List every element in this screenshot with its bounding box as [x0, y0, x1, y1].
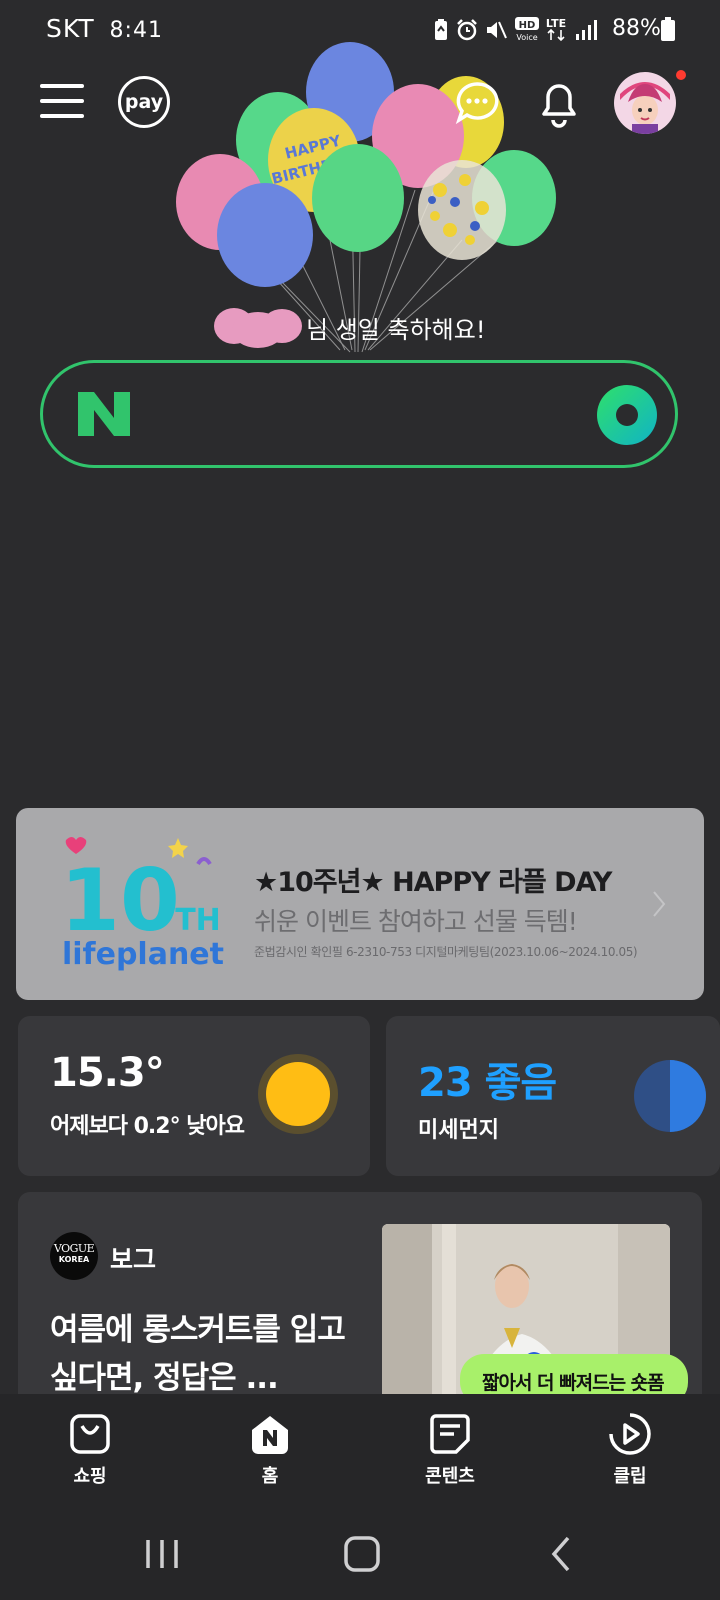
- status-carrier-time: SKT 8:41: [46, 14, 163, 43]
- naver-logo-icon: [78, 392, 130, 436]
- battery-percent: 88%: [612, 16, 661, 41]
- hamburger-line: [40, 84, 84, 88]
- hd-voice-icon: HDVoice: [515, 17, 539, 42]
- lte-icon: LTE: [546, 17, 566, 42]
- profile-avatar[interactable]: [614, 72, 676, 134]
- recent-apps-icon[interactable]: [140, 1534, 184, 1574]
- nav-home[interactable]: 홈: [210, 1412, 330, 1502]
- birthday-greeting: 님 생일 축하해요!: [212, 306, 485, 348]
- fine-dust-label: 미세먼지: [418, 1118, 499, 1143]
- sun-icon: [258, 1054, 338, 1134]
- banner-subtitle: 쉬운 이벤트 참여하고 선물 득템!: [254, 907, 578, 936]
- home-icon[interactable]: [340, 1534, 384, 1574]
- logo-suffix: TH: [175, 903, 221, 938]
- logo-number: 10: [60, 851, 180, 951]
- nav-clip[interactable]: 클립: [570, 1412, 690, 1502]
- clock: 8:41: [109, 18, 163, 43]
- nav-shopping[interactable]: 쇼핑: [30, 1412, 150, 1502]
- notification-bell-icon[interactable]: [536, 78, 582, 128]
- signal-icon: [576, 20, 597, 40]
- contents-icon: [430, 1414, 470, 1454]
- greeting-text: 님 생일 축하해요!: [306, 315, 486, 344]
- fine-dust-gauge-icon: [634, 1060, 706, 1132]
- redacted-name-blur: [214, 308, 302, 348]
- nav-label: 콘텐츠: [425, 1466, 475, 1487]
- svg-text:HD: HD: [519, 20, 536, 31]
- shopping-bag-icon: [70, 1414, 110, 1454]
- logo-brand: lifeplanet: [62, 937, 224, 972]
- nav-contents[interactable]: 콘텐츠: [390, 1412, 510, 1502]
- green-dot-lens-button[interactable]: [596, 384, 658, 446]
- article-title[interactable]: 여름에 롱스커트를 입고 싶다면, 정답은 ...: [50, 1306, 356, 1402]
- fine-dust-value: 23 좋음: [418, 1060, 557, 1106]
- temperature: 15.3°: [50, 1050, 165, 1096]
- nav-label: 홈: [261, 1466, 279, 1487]
- svg-text:LTE: LTE: [546, 17, 566, 30]
- nav-label: 클립: [613, 1466, 647, 1487]
- pay-button[interactable]: pay: [118, 76, 170, 128]
- battery-icon: [661, 17, 675, 41]
- banner-title: ★10주년★ HAPPY 라플 DAY: [254, 867, 612, 898]
- clip-play-icon: [609, 1413, 651, 1455]
- search-bar[interactable]: [40, 360, 678, 468]
- banner-legal-text: 준법감시인 확인필 6-2310-753 디지털마케팅팀(2023.10.06~…: [254, 945, 638, 959]
- lifeplanet-10th-logo: 10 TH lifeplanet: [60, 837, 224, 972]
- menu-button[interactable]: [40, 84, 84, 122]
- article-source: 보그: [110, 1245, 157, 1274]
- shorts-badge-text: 짧아서 더 빠져드는 숏폼: [482, 1372, 665, 1394]
- back-icon[interactable]: [540, 1534, 584, 1574]
- carrier-name: SKT: [46, 14, 95, 43]
- alarm-icon: [457, 19, 477, 41]
- notification-badge: [676, 70, 686, 80]
- nav-label: 쇼핑: [73, 1466, 107, 1487]
- talk-chat-icon[interactable]: [454, 80, 500, 126]
- naver-home-icon: [252, 1416, 288, 1454]
- mute-icon: [487, 21, 507, 39]
- temperature-compare: 어제보다 0.2° 낮아요: [50, 1114, 245, 1139]
- vogue-korea-logo: VOGUE KOREA: [50, 1232, 98, 1280]
- chevron-right-icon[interactable]: [652, 890, 666, 918]
- battery-saver-icon: [435, 19, 447, 40]
